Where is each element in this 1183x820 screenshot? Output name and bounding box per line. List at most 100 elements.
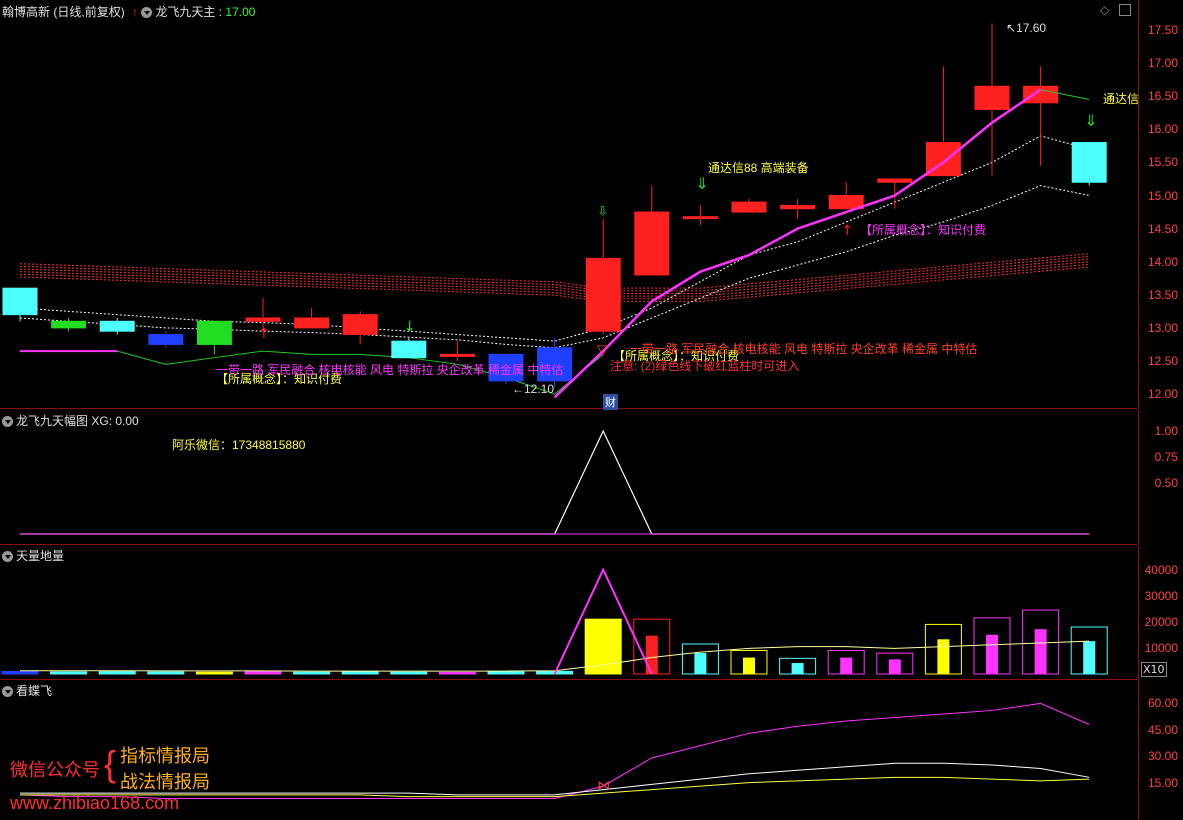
volume-tick: 30000	[1144, 588, 1178, 603]
candle-body	[196, 320, 232, 345]
price-tick: 16.50	[1147, 89, 1178, 104]
volume-axis: X10 40000 30000 20000 10000	[1138, 545, 1183, 679]
volume-inner-bar	[743, 657, 755, 674]
volume-unit: X10	[1141, 662, 1167, 677]
candle-body	[2, 287, 38, 316]
butterfly-icon: ⋈	[597, 779, 610, 794]
candle-body	[51, 320, 87, 329]
range-tick: 0.75	[1154, 449, 1178, 464]
price-tick: 12.50	[1147, 354, 1178, 368]
price-tick: 12.00	[1147, 387, 1178, 402]
volume-bar	[487, 671, 525, 675]
candle-body	[974, 85, 1010, 110]
buy-arrow-icon: ↑	[841, 223, 853, 239]
volume-bar	[195, 671, 233, 675]
sell-arrow-icon: ⇓	[1084, 111, 1097, 130]
volume-bar	[584, 618, 622, 675]
volume-bar	[293, 671, 331, 675]
candle-body	[585, 257, 621, 332]
price-tick: 14.00	[1147, 254, 1178, 269]
candle-body	[245, 317, 281, 322]
candle-body	[391, 340, 427, 359]
range-tick: 0.50	[1154, 475, 1178, 490]
sector-tags-1: 一带一路 军民融合 核电核能 风电 特斯拉 央企改革 稀金属 中特估	[216, 363, 564, 377]
resistance-band-line	[19, 255, 1090, 292]
volume-bar	[390, 671, 428, 675]
volume-inner-bar	[694, 652, 707, 674]
volume-bar	[50, 671, 88, 675]
dotted-ma-line	[19, 185, 1090, 349]
volume-bar	[438, 671, 476, 675]
resistance-band-line	[19, 261, 1090, 297]
candle-body	[1023, 85, 1059, 104]
volume-inner-bar	[840, 657, 853, 674]
volume-panel[interactable]: 天量地量	[0, 545, 1138, 680]
low-price-label: ←12.10	[512, 382, 555, 396]
range-spike-line	[20, 429, 1090, 535]
candle-body	[780, 204, 816, 210]
candle-body	[1071, 142, 1107, 183]
butterfly-axis: 60.00 45.00 30.00 15.00	[1138, 680, 1183, 820]
volume-bar	[147, 671, 185, 675]
volume-bar	[98, 671, 136, 675]
sector-tags-2: 一带一路 军民融合 核电核能 风电 特斯拉 央企改革 稀金属 中特估	[630, 342, 978, 356]
high-price-label: ↖17.60	[1006, 21, 1047, 35]
brand-1: 指标情报局	[120, 746, 210, 766]
candle-body	[634, 211, 670, 276]
volume-inner-bar	[1034, 629, 1047, 674]
price-tick: 13.50	[1147, 287, 1178, 302]
volume-inner-bar	[937, 639, 950, 674]
butterfly-tick: 45.00	[1147, 722, 1178, 737]
tdx-tag-right: 通达信	[1103, 92, 1140, 106]
range-axis: 1.00 0.75 0.50	[1138, 409, 1183, 544]
finance-badge[interactable]: 财	[603, 394, 618, 410]
butterfly-tick: 30.00	[1147, 749, 1178, 764]
price-tick: 16.00	[1147, 122, 1178, 137]
volume-bar	[244, 671, 282, 675]
price-tick: 14.50	[1147, 221, 1178, 236]
resistance-band-line	[19, 258, 1090, 294]
price-tick: 15.00	[1147, 188, 1178, 203]
wechat-label: 微信公众号	[10, 760, 100, 780]
price-tick: 17.00	[1147, 56, 1178, 71]
range-panel[interactable]: 龙飞九天幅图 XG: 0.00 阿乐微信：17348815880	[0, 409, 1138, 545]
hollow-arrow-icon: ⇩	[597, 204, 608, 219]
site-url: www.zhibiao168.com	[10, 793, 180, 813]
butterfly-tick: 15.00	[1147, 775, 1178, 790]
volume-inner-bar	[986, 634, 998, 674]
volume-inner-bar	[888, 659, 901, 674]
tdx88-tag: 通达信88 高端装备	[708, 161, 809, 175]
note-tag: 注意: (2)绿色线下破红蓝柱时可进入	[610, 359, 800, 373]
volume-inner-bar	[791, 663, 804, 674]
volume-inner-bar	[1083, 641, 1096, 674]
candle-body	[99, 320, 135, 332]
brace-glyph: {	[104, 743, 117, 784]
price-tick: 15.50	[1147, 155, 1178, 170]
sell-arrow-icon: ⇓	[695, 174, 708, 193]
candle-body	[731, 201, 767, 213]
sell-arrow-icon: ↓	[404, 319, 416, 335]
candle-body	[148, 334, 184, 345]
main-chart-panel[interactable]: 翰博高新 (日线,前复权) ↑ 龙飞九天主 : 17.00 ◇ ↑ ↑ ↓ ⇓ ⇓ ⇩ ▽ …	[0, 0, 1140, 410]
funnel-icon: ▽	[597, 342, 608, 358]
candle-body	[877, 178, 913, 183]
range-tick: 1.00	[1154, 424, 1178, 438]
volume-bar	[341, 671, 379, 675]
main-price-axis: 17.50 17.00 16.50 16.00 15.50 15.00 14.50 14.00…	[1138, 0, 1183, 408]
price-tick: 17.50	[1147, 23, 1178, 37]
butterfly-panel[interactable]: 看蝶飞 ⋈ 微信公众号 { 指标情报局 战法情报局 www.zhibiao168…	[0, 680, 1138, 820]
volume-tick: 40000	[1144, 562, 1178, 577]
volume-tick: 10000	[1144, 640, 1178, 655]
concept-tag-3: 【所属概念】：知识付费	[860, 223, 987, 237]
butterfly-tick: 60.00	[1147, 696, 1178, 711]
resistance-band-line	[19, 253, 1090, 289]
volume-chart	[1, 567, 1108, 675]
volume-ma-line	[20, 640, 1090, 672]
volume-tick: 20000	[1144, 614, 1178, 629]
brand-2: 战法情报局	[120, 772, 210, 792]
candle-body	[294, 317, 330, 329]
candle-body	[342, 314, 378, 336]
volume-bar	[1, 670, 39, 675]
candle-body	[439, 353, 475, 357]
candle-body	[682, 216, 718, 220]
